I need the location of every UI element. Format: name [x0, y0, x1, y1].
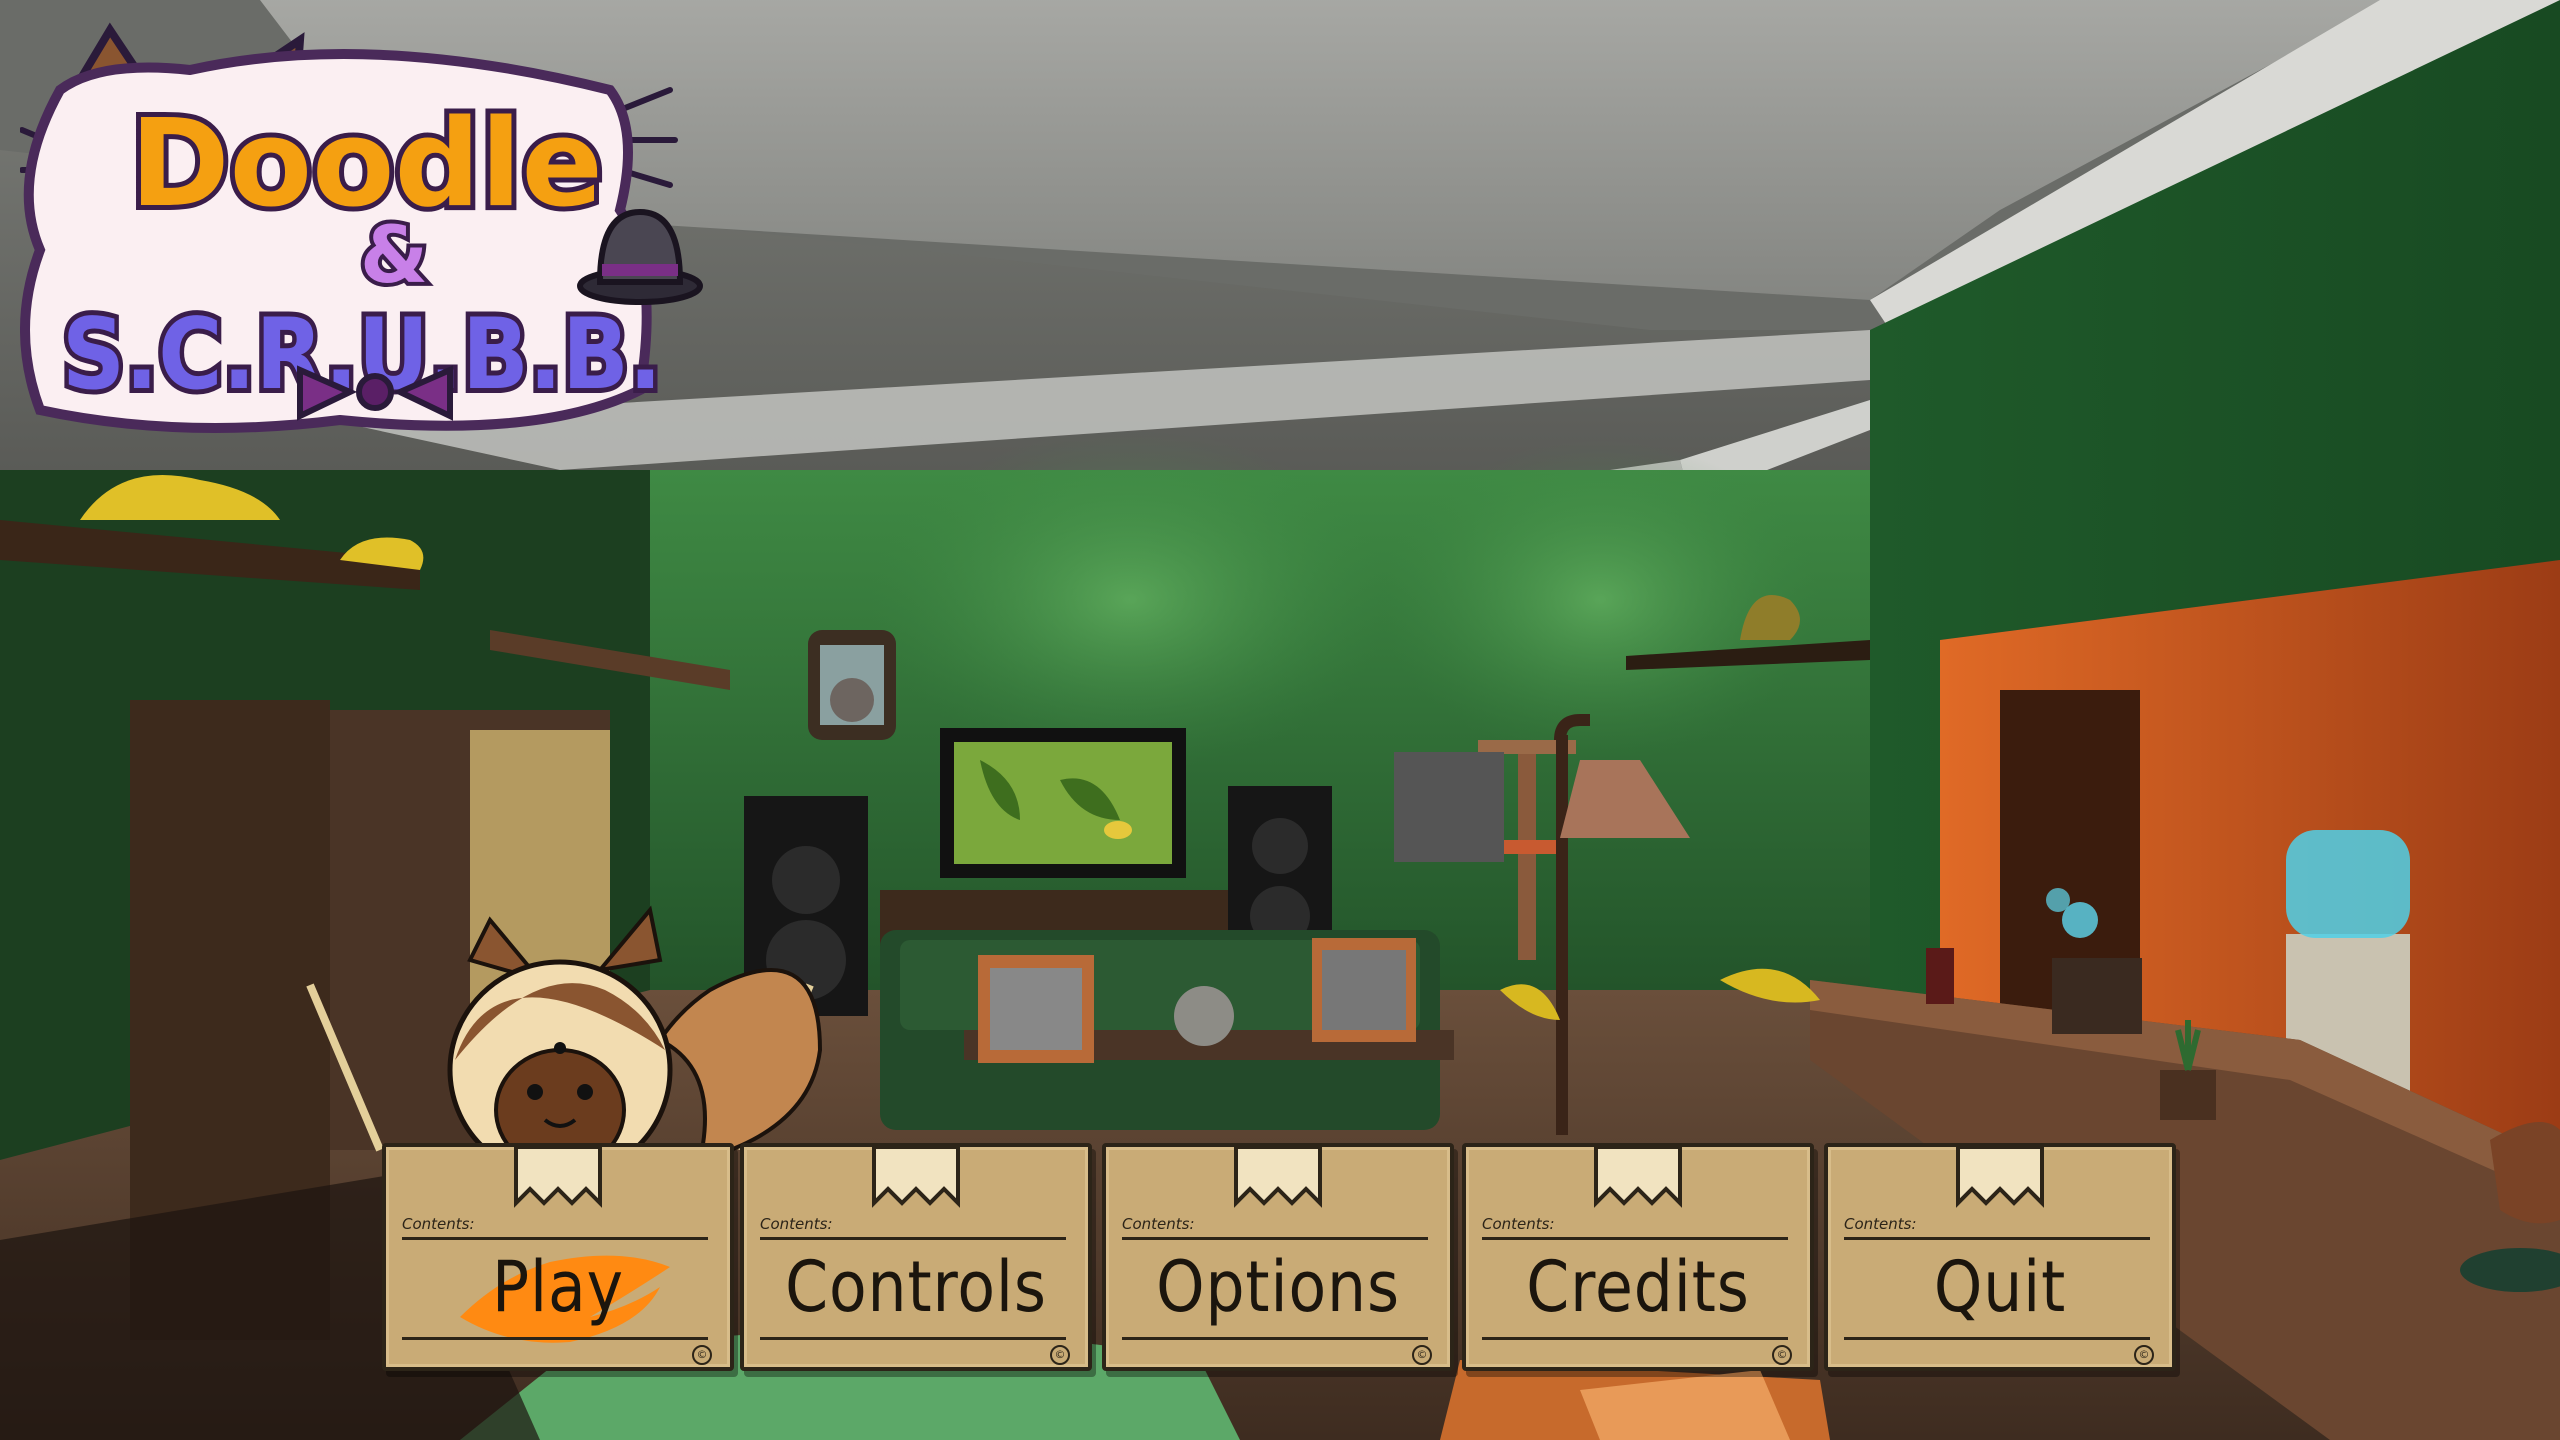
copyright-icon: ©	[1772, 1345, 1792, 1365]
menu-controls-button[interactable]: Contents: Controls ©	[740, 1143, 1092, 1371]
box-flap-icon	[1234, 1145, 1322, 1208]
box-flap-icon	[1956, 1145, 2044, 1208]
label-line-bottom	[1122, 1337, 1428, 1340]
label-line-bottom	[1844, 1337, 2150, 1340]
menu-options-label: Options	[1156, 1246, 1400, 1328]
menu-credits-label: Credits	[1526, 1246, 1750, 1328]
contents-label: Contents:	[402, 1215, 475, 1233]
copyright-icon: ©	[692, 1345, 712, 1365]
menu-credits-button[interactable]: Contents: Credits ©	[1462, 1143, 1814, 1371]
menu-options-button[interactable]: Contents: Options ©	[1102, 1143, 1454, 1371]
logo-ampersand: &	[360, 211, 428, 301]
copyright-icon: ©	[1050, 1345, 1070, 1365]
menu-quit-label: Quit	[1933, 1246, 2067, 1328]
contents-label: Contents:	[1844, 1215, 1917, 1233]
label-line-bottom	[760, 1337, 1066, 1340]
label-line-bottom	[402, 1337, 708, 1340]
menu-play-label: Play	[492, 1246, 624, 1328]
label-line-bottom	[1482, 1337, 1788, 1340]
contents-label: Contents:	[1122, 1215, 1195, 1233]
menu-quit-button[interactable]: Contents: Quit ©	[1824, 1143, 2176, 1371]
box-flap-icon	[514, 1145, 602, 1208]
copyright-icon: ©	[2134, 1345, 2154, 1365]
copyright-icon: ©	[1412, 1345, 1432, 1365]
box-flap-icon	[872, 1145, 960, 1208]
menu-controls-label: Controls	[785, 1246, 1047, 1328]
game-logo: Doodle & S.C.R.U.B.B.	[20, 22, 703, 433]
box-flap-icon	[1594, 1145, 1682, 1208]
contents-label: Contents:	[1482, 1215, 1555, 1233]
menu-play-button[interactable]: Contents: Play ©	[382, 1143, 734, 1371]
contents-label: Contents:	[760, 1215, 833, 1233]
